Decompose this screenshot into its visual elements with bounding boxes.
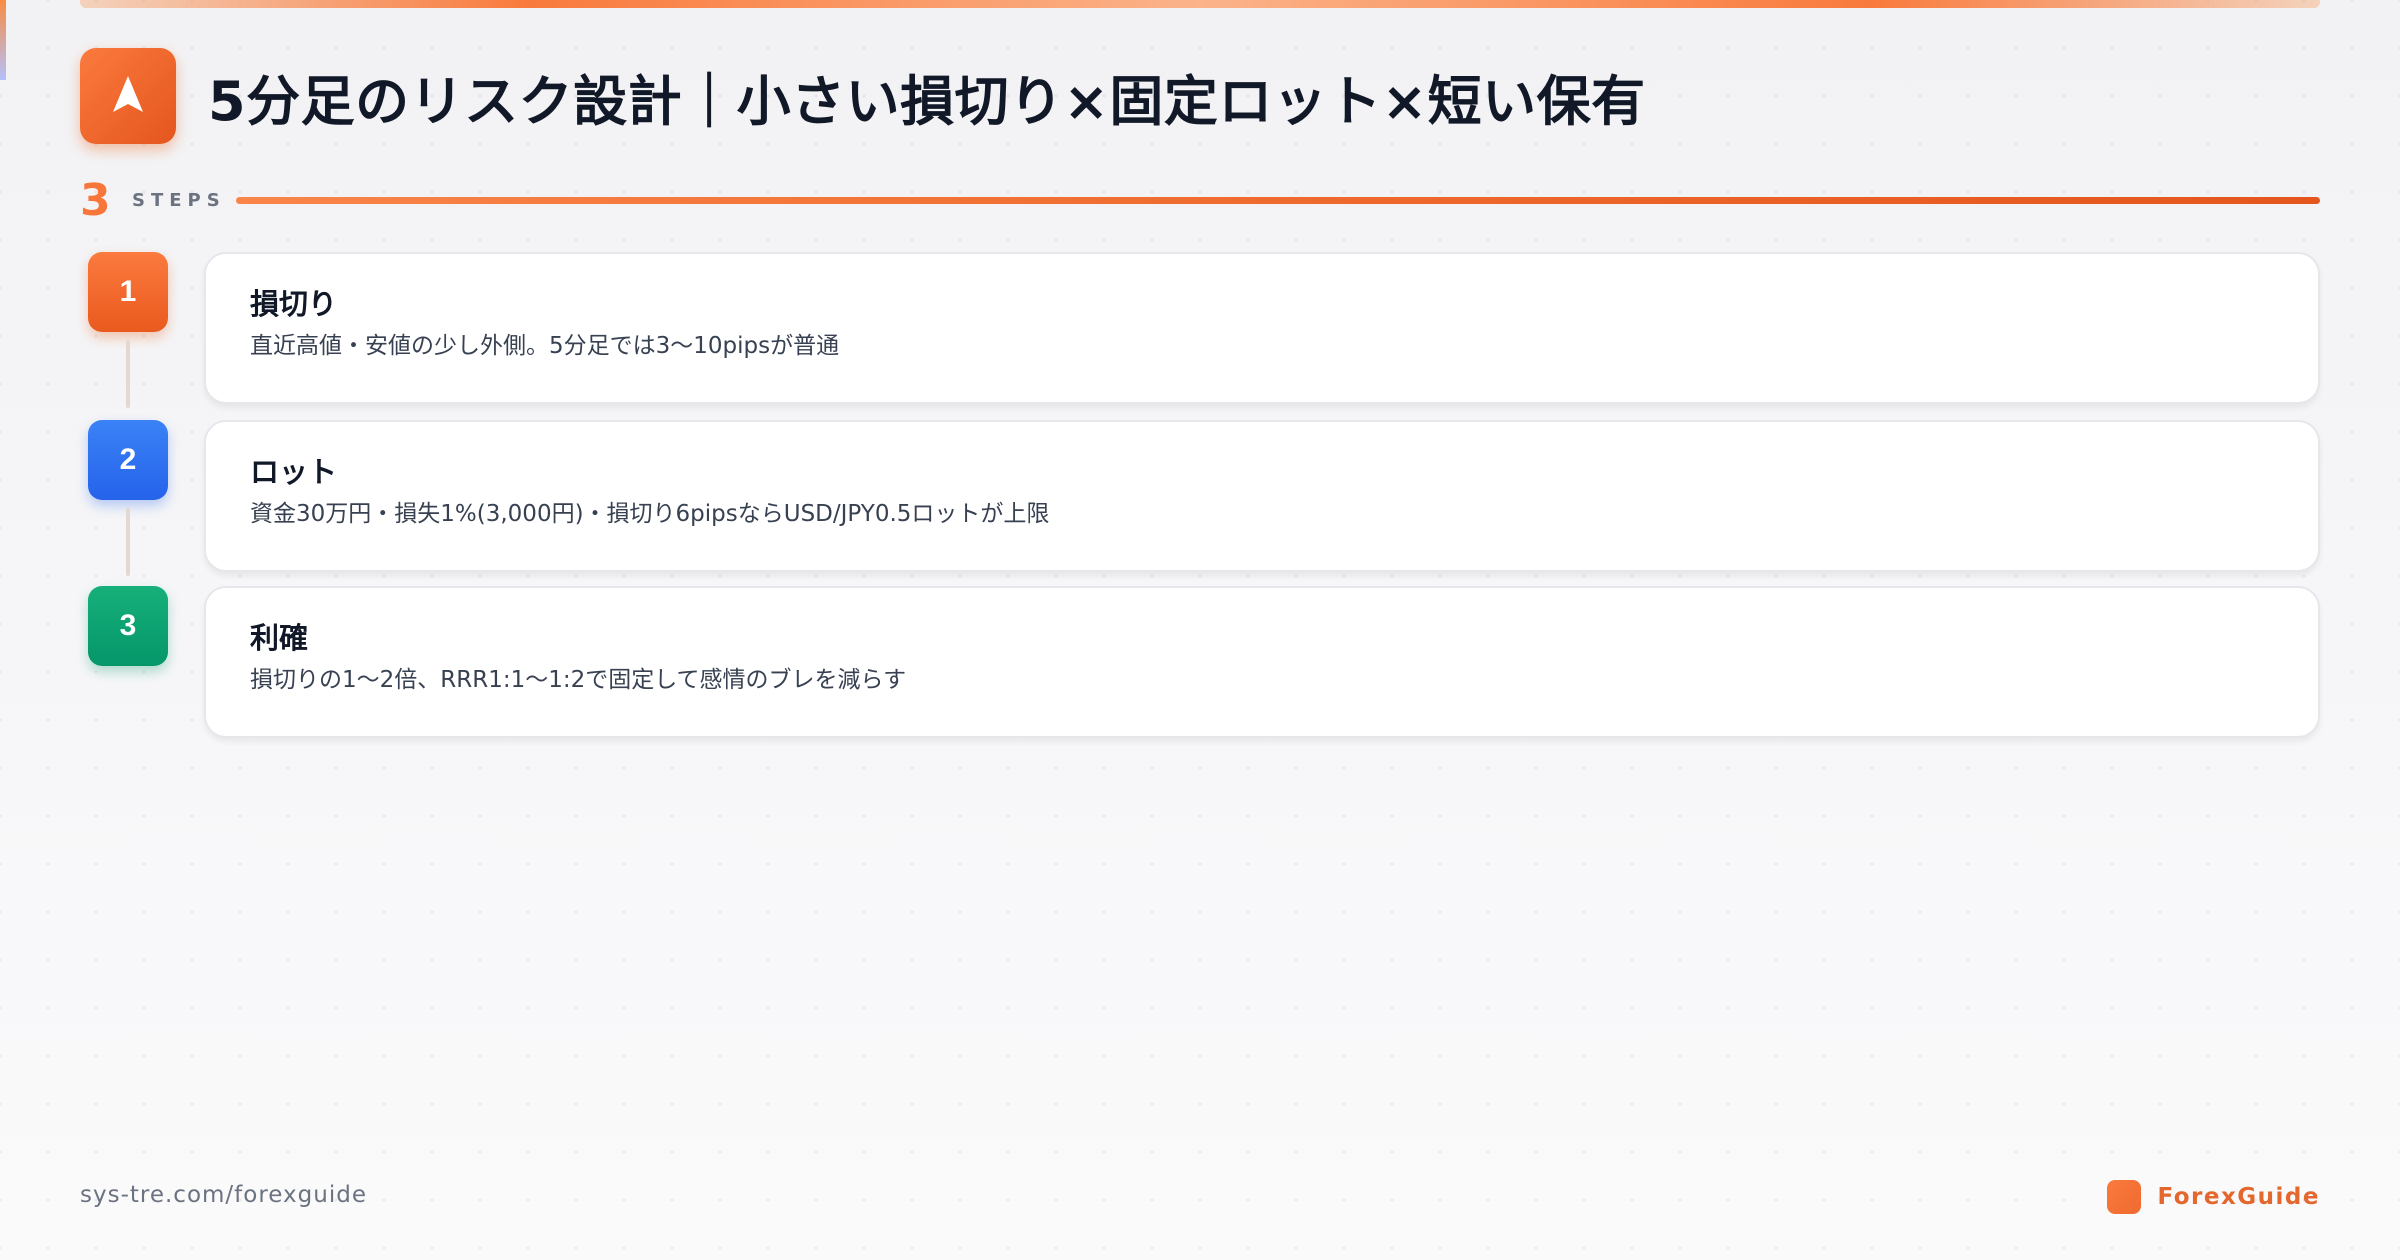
step-description: 損切りの1〜2倍、RRR1:1〜1:2で固定して感情のブレを減らす xyxy=(250,667,907,693)
step-item-2: 2 ロット 資金30万円・損失1%(3,000円)・損切り6pipsならUSD/… xyxy=(88,420,2320,576)
steps-header: 3 STEPS xyxy=(80,174,2320,226)
logo-badge xyxy=(80,48,176,144)
step-title: 損切り xyxy=(250,287,338,321)
step-item-1: 1 損切り 直近高値・安値の少し外側。5分足では3〜10pipsが普通 xyxy=(88,252,2320,408)
step-number-badge: 3 xyxy=(88,586,168,666)
navigation-arrow-icon xyxy=(111,74,145,118)
page-title: 5分足のリスク設計｜小さい損切り×固定ロット×短い保有 xyxy=(208,69,1646,133)
brand-logo-icon xyxy=(2107,1180,2142,1214)
step-card: 損切り 直近高値・安値の少し外側。5分足では3〜10pipsが普通 xyxy=(204,252,2320,404)
steps-divider-line xyxy=(236,196,2320,204)
step-title: ロット xyxy=(250,455,338,489)
step-number-badge: 1 xyxy=(88,252,168,332)
step-card: ロット 資金30万円・損失1%(3,000円)・損切り6pipsならUSD/JP… xyxy=(204,420,2320,572)
top-accent-bar xyxy=(80,0,2320,8)
step-connector xyxy=(126,508,130,576)
step-description: 直近高値・安値の少し外側。5分足では3〜10pipsが普通 xyxy=(250,333,840,359)
step-connector xyxy=(126,340,130,408)
step-title: 利確 xyxy=(250,621,309,655)
footer-brand: ForexGuide xyxy=(2107,1180,2320,1214)
step-item-3: 3 利確 損切りの1〜2倍、RRR1:1〜1:2で固定して感情のブレを減らす xyxy=(88,586,2320,738)
steps-count: 3 xyxy=(80,174,111,226)
steps-label: STEPS xyxy=(132,189,226,211)
page-header: 5分足のリスク設計｜小さい損切り×固定ロット×短い保有 xyxy=(80,48,1646,144)
brand-name: ForexGuide xyxy=(2157,1184,2320,1210)
step-number-badge: 2 xyxy=(88,420,168,500)
footer-url-link[interactable]: sys-tre.com/forexguide xyxy=(80,1182,367,1208)
step-card: 利確 損切りの1〜2倍、RRR1:1〜1:2で固定して感情のブレを減らす xyxy=(204,586,2320,738)
step-description: 資金30万円・損失1%(3,000円)・損切り6pipsならUSD/JPY0.5… xyxy=(250,501,1050,527)
left-accent-strip xyxy=(0,0,6,80)
